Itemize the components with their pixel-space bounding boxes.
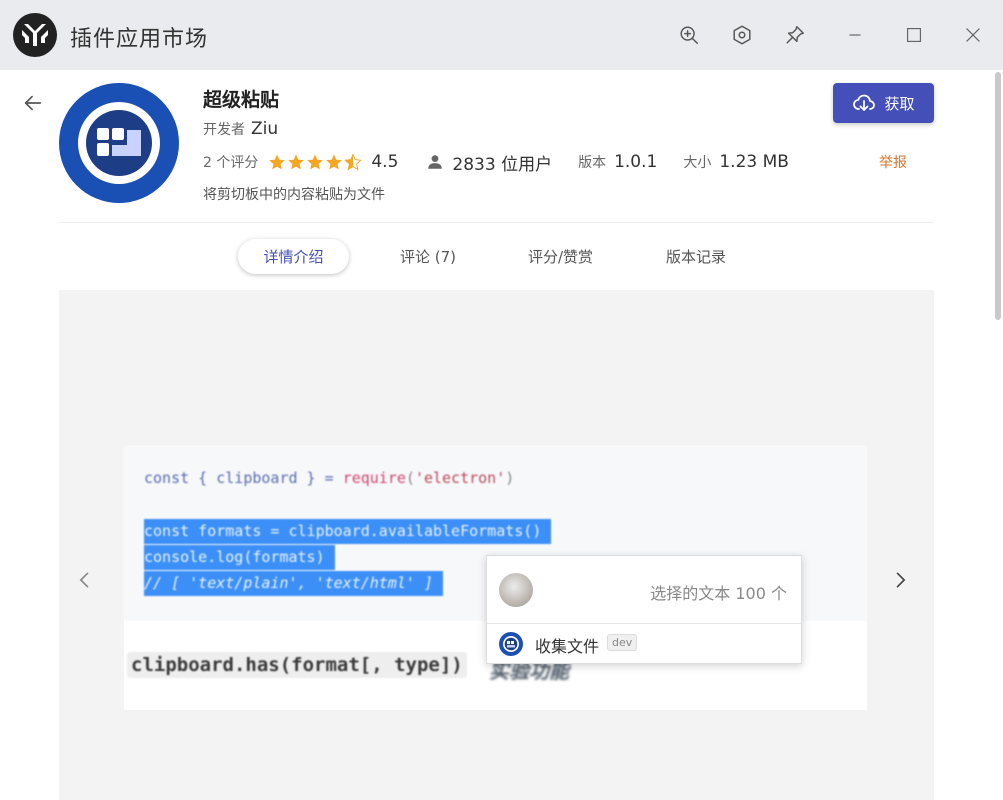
star-icon: [326, 154, 343, 170]
tab-ratings[interactable]: 评分/赞赏: [528, 246, 593, 267]
gallery-next-button[interactable]: [888, 568, 912, 592]
code-line: // [ 'text/plain', 'text/html' ]: [144, 571, 443, 596]
tab-versions[interactable]: 版本记录: [666, 246, 726, 267]
code-line: console.log(formats): [144, 545, 335, 570]
star-icon: [307, 154, 324, 170]
user-count: 2833 位用户: [452, 154, 553, 175]
close-icon: [966, 28, 980, 42]
star-half-icon: [344, 153, 363, 171]
developer-row: 开发者 Ziu: [203, 119, 278, 139]
popup-item-label: 收集文件: [535, 637, 600, 656]
close-button[interactable]: [958, 20, 988, 50]
settings-button[interactable]: [727, 20, 757, 50]
plugin-name: 超级粘贴: [203, 89, 280, 111]
popup-divider: [487, 623, 801, 624]
screenshot-gallery: const { clipboard } = require('electron'…: [59, 290, 934, 800]
chevron-right-icon: [896, 572, 906, 588]
code-line: const formats = clipboard.availableForma…: [144, 519, 552, 544]
size-label: 大小: [683, 155, 712, 171]
back-button[interactable]: [20, 90, 46, 116]
get-button-label: 获取: [884, 94, 915, 113]
pin-button[interactable]: [780, 20, 810, 50]
get-button[interactable]: 获取: [833, 83, 934, 123]
report-link[interactable]: 举报: [879, 152, 907, 172]
star-icon: [288, 154, 305, 170]
selected-text-count: 选择的文本 100 个: [650, 584, 787, 603]
version-label: 版本: [578, 155, 607, 171]
avatar: [499, 573, 533, 607]
zoom-in-button[interactable]: [674, 20, 704, 50]
pin-icon: [786, 26, 804, 44]
minimize-button[interactable]: [840, 20, 870, 50]
tab-details[interactable]: 详情介绍: [238, 239, 349, 274]
developer-name[interactable]: Ziu: [251, 119, 278, 139]
chevron-left-icon: [79, 572, 89, 588]
arrow-left-icon: [24, 95, 42, 111]
maximize-button[interactable]: [899, 20, 929, 50]
plugin-small-icon: [499, 632, 523, 656]
code-line: const { clipboard } = require('electron'…: [144, 469, 515, 487]
api-signature: clipboard.has(format[, type]): [127, 652, 467, 678]
developer-label: 开发者: [203, 122, 245, 138]
star-icon: [269, 154, 286, 170]
title-bar: 插件应用市场: [0, 0, 1003, 70]
header-divider: [59, 222, 934, 223]
star-rating: [268, 153, 363, 171]
settings-hex-icon: [733, 25, 751, 45]
cloud-download-icon: [853, 94, 876, 111]
user-icon: [428, 155, 443, 169]
ratings-count: 2 个评分: [203, 155, 259, 171]
version-value: 1.0.1: [614, 152, 658, 172]
plugin-logo-icon: [59, 83, 179, 203]
window-title: 插件应用市场: [70, 27, 209, 52]
zoom-in-icon: [680, 26, 698, 44]
plugin-popup: 选择的文本 100 个 收集文件 dev: [486, 555, 802, 664]
minimize-icon: [849, 34, 861, 36]
stats-row: 2 个评分 4.5 2833 位用户 版本 1.0.1 大小 1.23 MB: [203, 150, 789, 175]
plugin-description: 将剪切板中的内容粘贴为文件: [203, 187, 385, 203]
rating-value: 4.5: [371, 152, 399, 172]
size-value: 1.23 MB: [719, 152, 789, 172]
maximize-icon: [906, 27, 922, 43]
app-logo-icon: [13, 13, 57, 57]
dev-badge: dev: [607, 634, 638, 651]
tab-comments[interactable]: 评论 (7): [400, 246, 456, 267]
gallery-prev-button[interactable]: [73, 568, 97, 592]
scrollbar[interactable]: [995, 72, 1001, 320]
